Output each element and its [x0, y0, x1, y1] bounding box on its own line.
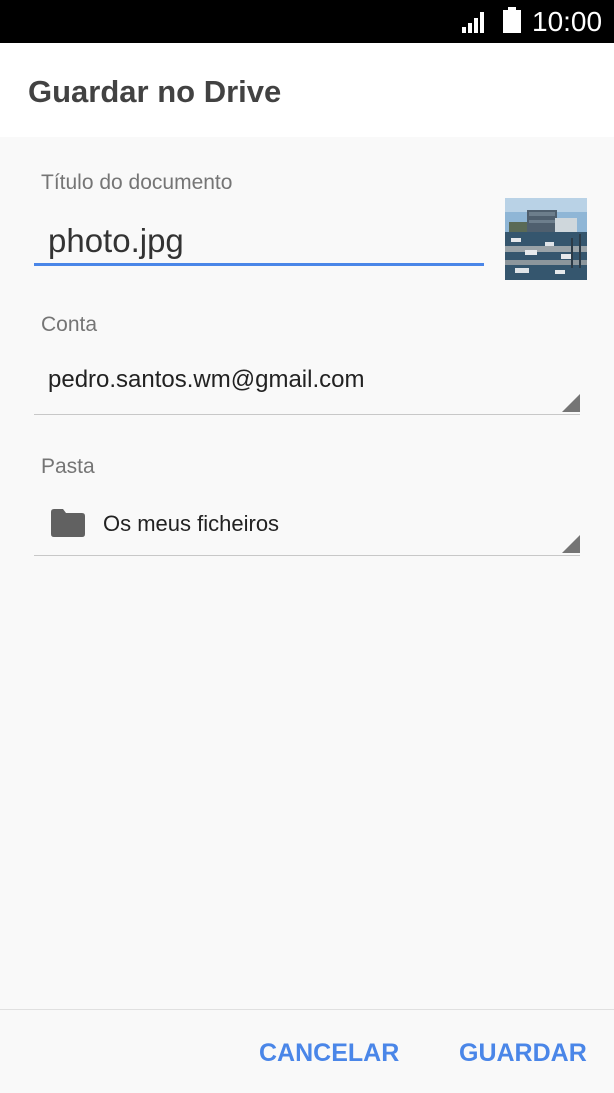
- account-dropdown[interactable]: pedro.santos.wm@gmail.com: [34, 354, 580, 415]
- folder-label: Pasta: [41, 455, 95, 478]
- photo-thumbnail: [505, 198, 587, 280]
- account-value: pedro.santos.wm@gmail.com: [48, 366, 365, 393]
- folder-value: Os meus ficheiros: [103, 511, 280, 536]
- account-label: Conta: [41, 313, 98, 336]
- folder-dropdown[interactable]: Os meus ficheiros: [34, 495, 580, 556]
- document-title-label: Título do documento: [41, 171, 233, 194]
- cancel-button[interactable]: CANCELAR: [259, 1038, 399, 1068]
- dialog-footer: CANCELAR GUARDAR: [0, 1009, 614, 1093]
- status-bar: 10:00: [0, 0, 614, 43]
- signal-icon: [462, 12, 484, 33]
- page-title: Guardar no Drive: [28, 74, 282, 109]
- dropdown-triangle-icon: [562, 535, 580, 553]
- folder-icon: [51, 509, 85, 537]
- dialog-header: Guardar no Drive: [0, 43, 614, 137]
- battery-icon: [503, 7, 521, 33]
- document-title-input[interactable]: [34, 218, 484, 266]
- dropdown-triangle-icon: [562, 394, 580, 412]
- save-button[interactable]: GUARDAR: [459, 1038, 587, 1068]
- status-time: 10:00: [532, 6, 603, 37]
